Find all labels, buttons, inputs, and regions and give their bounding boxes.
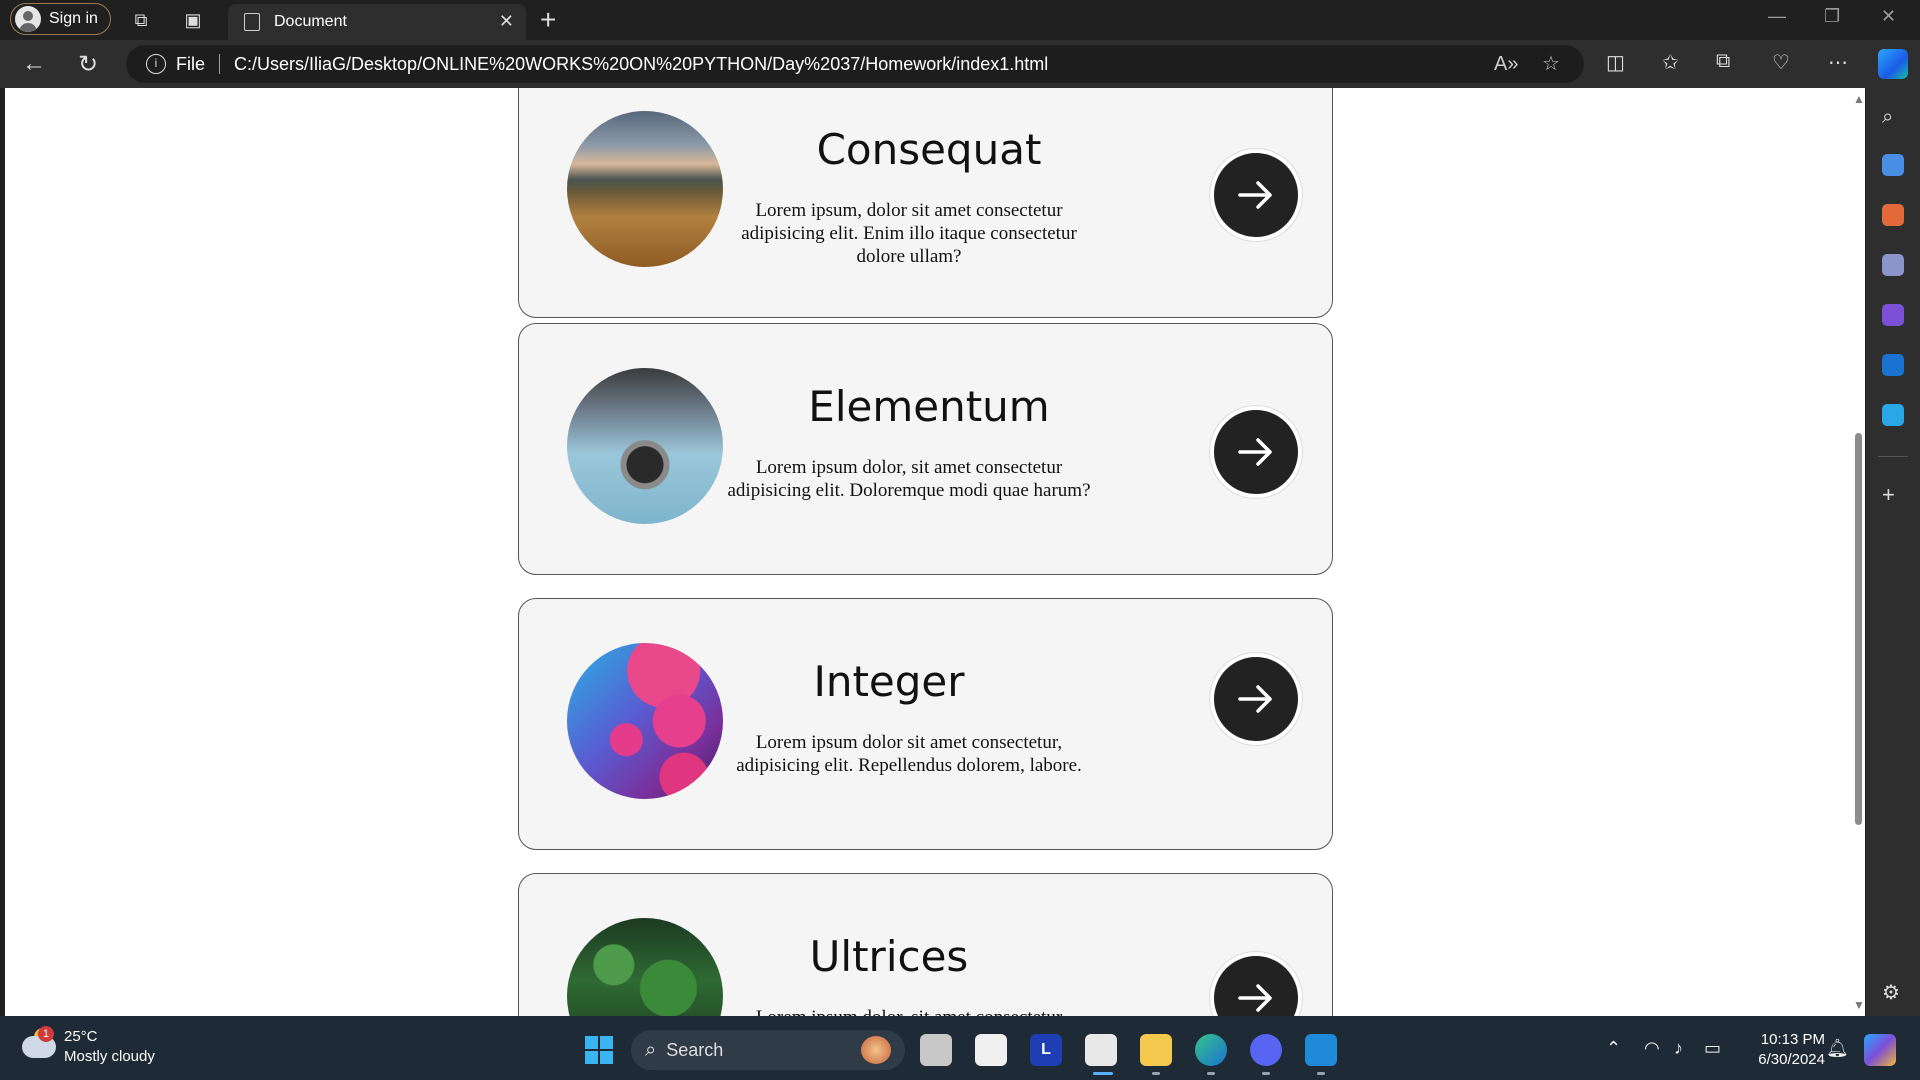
minimize-icon[interactable]: —	[1768, 6, 1786, 27]
address-separator	[219, 54, 221, 74]
sidebar-settings-icon[interactable]: ⚙	[1882, 980, 1904, 1004]
page-viewport: Consequat Lorem ipsum, dolor sit amet co…	[5, 88, 1865, 1016]
clock-time: 10:13 PM	[1760, 1031, 1825, 1048]
card-title: Integer	[813, 657, 965, 706]
card-description: Lorem ipsum dolor sit amet consectetur, …	[736, 732, 1082, 776]
card-ultrices: Ultrices Lorem ipsum dolor, sit amet con…	[518, 873, 1333, 1016]
collections-icon[interactable]: ⧉	[1716, 50, 1730, 73]
card-title: Elementum	[808, 382, 1050, 431]
card-integer: Integer Lorem ipsum dolor sit amet conse…	[518, 598, 1333, 850]
tools-icon[interactable]	[1882, 204, 1904, 226]
more-options-icon[interactable]: ⋯	[1828, 50, 1848, 75]
favorites-icon[interactable]: ✩	[1662, 50, 1679, 75]
windows-taskbar: 1 25°C Mostly cloudy ⌕ Search L ⌃ ◠ ♪ ▭ …	[0, 1016, 1920, 1080]
weather-badge: 1	[38, 1026, 54, 1042]
tab-title: Document	[274, 13, 347, 30]
vscode-icon[interactable]	[1305, 1034, 1337, 1066]
edge-icon[interactable]	[1195, 1034, 1227, 1066]
address-toolbar: ← ↻ i File C:/Users/IliaG/Desktop/ONLINE…	[0, 40, 1920, 88]
active-app-indicator	[1093, 1072, 1113, 1075]
address-url[interactable]: C:/Users/IliaG/Desktop/ONLINE%20WORKS%20…	[234, 54, 1048, 75]
card-arrow-button[interactable]	[1210, 149, 1302, 241]
running-indicator	[1317, 1072, 1325, 1075]
sign-in-label: Sign in	[49, 10, 98, 27]
card-description: Lorem ipsum dolor, sit amet consectetur	[719, 1006, 1099, 1016]
tab-document[interactable]: Document ✕	[228, 4, 526, 40]
browser-sidebar: ⌕ + ⚙	[1866, 88, 1920, 1016]
refresh-icon[interactable]: ↻	[78, 50, 98, 79]
clock-date: 6/30/2024	[1758, 1051, 1825, 1068]
browser-title-bar: Sign in ⧉ ▣ Document ✕ + — ❐ ✕	[0, 0, 1920, 40]
sidebar-search-icon[interactable]: ⌕	[1882, 106, 1904, 128]
sidebar-divider	[1878, 456, 1908, 457]
split-screen-icon[interactable]: ◫	[1606, 50, 1625, 75]
copilot-taskbar-icon[interactable]	[1864, 1034, 1896, 1066]
drop-icon[interactable]	[1882, 404, 1904, 426]
microsoft-365-icon[interactable]	[1882, 304, 1904, 326]
card-title: Ultrices	[809, 932, 969, 981]
add-sidebar-app-icon[interactable]: +	[1882, 482, 1904, 507]
profile-avatar-icon	[15, 6, 41, 32]
arrow-right-icon	[1238, 685, 1272, 713]
arrow-right-icon	[1238, 984, 1272, 1012]
address-scheme-label: File	[176, 53, 206, 74]
back-icon[interactable]: ←	[22, 50, 46, 78]
search-icon: ⌕	[645, 1038, 657, 1061]
browser-essentials-icon[interactable]: ♡	[1772, 50, 1790, 75]
weather-temperature: 25°C	[64, 1028, 98, 1045]
card-arrow-button[interactable]	[1210, 406, 1302, 498]
search-highlight-icon	[861, 1036, 891, 1064]
running-indicator	[1262, 1072, 1270, 1075]
workspaces-icon[interactable]: ⧉	[129, 8, 153, 32]
weather-condition: Mostly cloudy	[64, 1048, 155, 1065]
card-description: Lorem ipsum dolor, sit amet consectetur …	[727, 457, 1091, 501]
taskbar-search[interactable]: ⌕ Search	[631, 1030, 905, 1070]
scroll-down-icon[interactable]: ▼	[1853, 998, 1865, 1012]
snipping-tool-icon[interactable]	[1085, 1034, 1117, 1066]
card-arrow-button[interactable]	[1210, 952, 1302, 1016]
games-icon[interactable]	[1882, 254, 1904, 276]
discord-icon[interactable]	[1250, 1034, 1282, 1066]
outlook-icon[interactable]	[1882, 354, 1904, 376]
task-view-icon[interactable]	[920, 1034, 952, 1066]
close-window-icon[interactable]: ✕	[1881, 6, 1896, 27]
card-image-mountain	[567, 111, 723, 267]
close-tab-icon[interactable]: ✕	[499, 11, 514, 32]
sign-in-button[interactable]: Sign in	[10, 3, 111, 35]
scroll-up-icon[interactable]: ▲	[1853, 92, 1865, 106]
start-button[interactable]	[585, 1036, 613, 1064]
microsoft-store-icon[interactable]	[975, 1034, 1007, 1066]
running-indicator	[1207, 1072, 1215, 1075]
card-description: Lorem ipsum, dolor sit amet consectetur …	[741, 200, 1077, 267]
read-aloud-icon[interactable]: A»	[1494, 45, 1518, 83]
wifi-icon[interactable]: ◠	[1644, 1038, 1660, 1059]
new-tab-button[interactable]: +	[540, 4, 556, 36]
scrollbar-thumb[interactable]	[1855, 433, 1862, 825]
page-scrollbar[interactable]	[1851, 88, 1865, 1016]
search-placeholder: Search	[666, 1039, 724, 1060]
shopping-icon[interactable]	[1882, 154, 1904, 176]
favorite-star-icon[interactable]: ☆	[1542, 45, 1560, 83]
address-bar[interactable]: i File C:/Users/IliaG/Desktop/ONLINE%20W…	[126, 45, 1584, 83]
file-explorer-icon[interactable]	[1140, 1034, 1172, 1066]
site-info-icon[interactable]: i	[146, 54, 166, 74]
vertical-tabs-icon[interactable]: ▣	[181, 8, 205, 32]
card-image-camera	[567, 368, 723, 524]
arrow-right-icon	[1238, 438, 1272, 466]
copilot-icon[interactable]	[1878, 49, 1908, 79]
card-title: Consequat	[816, 125, 1042, 174]
arrow-right-icon	[1238, 181, 1272, 209]
battery-icon[interactable]: ▭	[1704, 1038, 1721, 1059]
card-consequat: Consequat Lorem ipsum, dolor sit amet co…	[518, 88, 1333, 318]
card-arrow-button[interactable]	[1210, 653, 1302, 745]
document-icon	[244, 13, 260, 31]
show-hidden-icons-icon[interactable]: ⌃	[1606, 1038, 1621, 1059]
notifications-icon[interactable]: 🔔︎	[1826, 1038, 1849, 1059]
volume-icon[interactable]: ♪	[1674, 1038, 1683, 1059]
card-elementum: Elementum Lorem ipsum dolor, sit amet co…	[518, 323, 1333, 575]
restore-icon[interactable]: ❐	[1824, 6, 1840, 27]
system-clock[interactable]: 10:13 PM 6/30/2024	[1745, 1030, 1825, 1070]
l-app-icon[interactable]: L	[1030, 1034, 1062, 1066]
running-indicator	[1152, 1072, 1160, 1075]
